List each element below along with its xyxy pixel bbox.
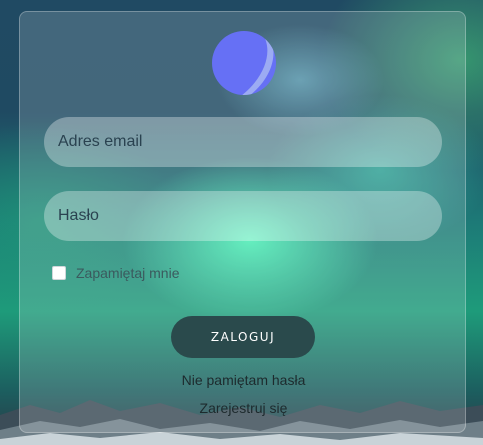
password-placeholder: Hasło xyxy=(58,207,99,224)
remember-me-row: Zapamiętaj mnie xyxy=(52,265,180,281)
password-field[interactable]: Hasło xyxy=(44,191,442,241)
email-placeholder: Adres email xyxy=(58,133,143,150)
planet-logo-icon xyxy=(212,31,276,95)
remember-me-label[interactable]: Zapamiętaj mnie xyxy=(76,265,180,281)
email-field[interactable]: Adres email xyxy=(44,117,442,167)
remember-me-checkbox[interactable] xyxy=(52,266,66,280)
register-link[interactable]: Zarejestruj się xyxy=(20,400,467,416)
login-page: Adres email Hasło Zapamiętaj mnie ZALOGU… xyxy=(0,0,483,445)
login-button[interactable]: ZALOGUJ xyxy=(171,316,315,358)
login-card: Adres email Hasło Zapamiętaj mnie ZALOGU… xyxy=(19,11,466,433)
forgot-password-link[interactable]: Nie pamiętam hasła xyxy=(20,372,467,388)
